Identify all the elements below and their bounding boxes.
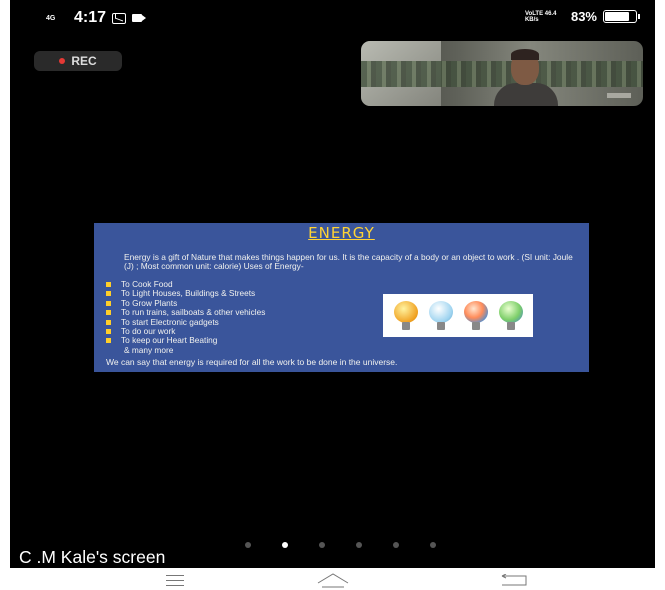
participant-video-thumbnail[interactable] bbox=[361, 41, 643, 106]
video-icon bbox=[132, 14, 147, 22]
bulb-icon bbox=[498, 300, 523, 331]
presenter-screen-label: C .M Kale's screen bbox=[19, 547, 166, 567]
home-icon[interactable] bbox=[317, 572, 349, 588]
light-bulbs-image bbox=[383, 294, 533, 337]
shared-slide: ENERGY Energy is a gift of Nature that m… bbox=[94, 223, 589, 372]
slide-title: ENERGY bbox=[308, 224, 375, 242]
page-dot[interactable] bbox=[356, 542, 362, 548]
recording-badge: REC bbox=[34, 51, 122, 71]
list-item-more: & many more bbox=[124, 344, 174, 355]
page-dot[interactable] bbox=[393, 542, 399, 548]
bulb-icon bbox=[428, 300, 453, 331]
slide-description: Energy is a gift of Nature that makes th… bbox=[124, 252, 573, 272]
battery-icon bbox=[603, 10, 640, 23]
network-type: 4G bbox=[46, 14, 56, 22]
page-dot[interactable] bbox=[319, 542, 325, 548]
menu-icon[interactable] bbox=[166, 575, 184, 590]
signal-speed: VoLTE 46.4 KB/s bbox=[524, 10, 557, 23]
back-icon[interactable] bbox=[499, 574, 529, 586]
record-dot-icon bbox=[59, 58, 66, 64]
message-icon bbox=[112, 12, 127, 24]
participant-figure bbox=[489, 47, 563, 106]
meeting-screen: 4G 4:17 VoLTE 46.4 KB/s 83% REC ENERGY E… bbox=[10, 0, 655, 568]
page-dot[interactable] bbox=[245, 542, 251, 548]
rec-label: REC bbox=[71, 54, 97, 68]
page-dot[interactable] bbox=[430, 542, 436, 548]
page-dot-active[interactable] bbox=[282, 542, 288, 548]
bulb-icon bbox=[463, 300, 488, 331]
bulb-icon bbox=[393, 300, 418, 331]
status-bar: 4G 4:17 VoLTE 46.4 KB/s 83% bbox=[10, 0, 655, 34]
uses-list: To Cook Food To Light Houses, Buildings … bbox=[106, 279, 265, 355]
status-time: 4:17 bbox=[74, 9, 107, 26]
page-indicator[interactable] bbox=[245, 542, 445, 550]
battery-percent: 83% bbox=[570, 9, 597, 24]
slide-conclusion: We can say that energy is required for a… bbox=[106, 357, 398, 367]
